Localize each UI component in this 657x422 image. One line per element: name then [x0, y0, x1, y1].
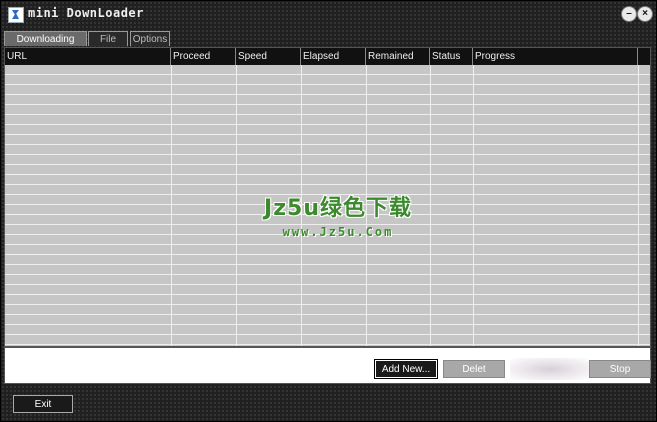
blurred-region: [510, 358, 590, 380]
window-title: mini DownLoader: [28, 6, 144, 20]
column-divider: [301, 65, 302, 346]
column-header-filler: [638, 48, 650, 65]
tab-options[interactable]: Options: [130, 31, 170, 46]
table-header: URL Proceed Speed Elapsed Remained Statu…: [5, 48, 650, 66]
column-header-status[interactable]: Status: [430, 48, 473, 65]
add-new-button[interactable]: Add New...: [374, 359, 438, 379]
column-divider: [236, 65, 237, 346]
action-panel: Add New... Delet Stop: [4, 347, 651, 384]
tab-file-jerry[interactable]: File jerry: [88, 31, 128, 60]
column-header-progress[interactable]: Progress: [473, 48, 638, 65]
column-divider: [473, 65, 474, 346]
downloads-table: URL Proceed Speed Elapsed Remained Statu…: [4, 47, 651, 347]
stop-button[interactable]: Stop: [589, 360, 651, 378]
app-icon: [8, 7, 24, 23]
column-divider: [171, 65, 172, 346]
column-header-url[interactable]: URL: [5, 48, 171, 65]
column-header-remained[interactable]: Remained: [366, 48, 430, 65]
column-header-proceed[interactable]: Proceed: [171, 48, 236, 65]
column-header-elapsed[interactable]: Elapsed: [301, 48, 366, 65]
tab-downloading-files[interactable]: Downloading Files: [4, 31, 87, 60]
column-divider: [638, 65, 639, 346]
app-window: mini DownLoader – × Downloading Files Fi…: [0, 0, 657, 422]
delete-button[interactable]: Delet: [443, 360, 505, 378]
column-divider: [430, 65, 431, 346]
title-bar: mini DownLoader – ×: [1, 1, 656, 29]
table-rows[interactable]: [5, 65, 650, 346]
column-divider: [366, 65, 367, 346]
close-button[interactable]: ×: [637, 6, 653, 22]
minimize-button[interactable]: –: [621, 6, 637, 22]
column-header-speed[interactable]: Speed: [236, 48, 301, 65]
exit-button[interactable]: Exit: [13, 395, 73, 413]
